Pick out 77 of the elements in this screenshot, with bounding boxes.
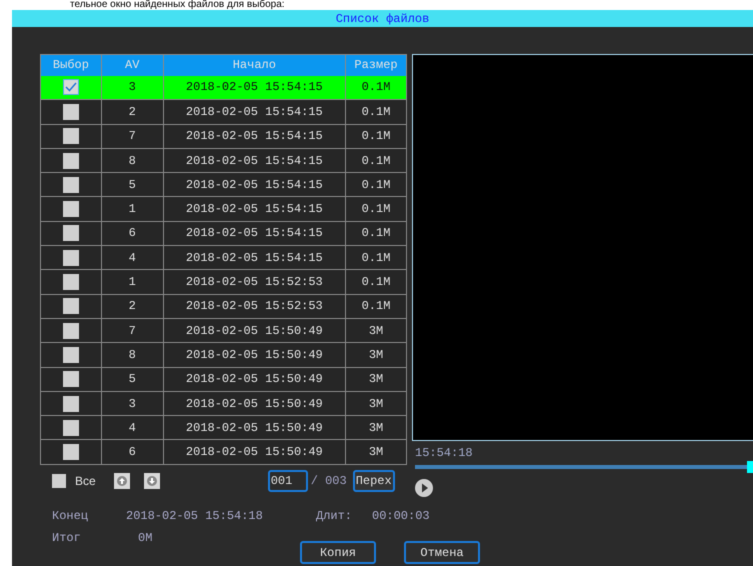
table-row[interactable]: 8 2018-02-05 15:50:49 3M xyxy=(40,342,406,368)
checkbox[interactable] xyxy=(62,128,79,144)
table-cell: 3M xyxy=(346,342,406,368)
duration-value: 00:00:03 xyxy=(372,508,430,525)
table-cell: 7 xyxy=(101,124,164,148)
table-row[interactable]: 7 2018-02-05 15:54:15 0.1M xyxy=(40,124,406,148)
page-total: / 003 xyxy=(310,472,347,490)
table-cell: 1 xyxy=(101,270,164,294)
table-cell: 2018-02-05 15:50:49 xyxy=(163,440,346,464)
table-cell: 0.1M xyxy=(346,196,406,222)
table-row[interactable]: 4 2018-02-05 15:50:49 3M xyxy=(40,416,406,440)
table-cell: 2018-02-05 15:52:53 xyxy=(163,294,346,318)
checkbox[interactable] xyxy=(62,420,79,436)
checkbox[interactable] xyxy=(62,371,79,388)
table-row[interactable]: 4 2018-02-05 15:54:15 0.1M xyxy=(40,246,406,270)
total-value: 0M xyxy=(138,530,152,547)
checkbox[interactable] xyxy=(62,346,79,363)
window-title: Список файлов xyxy=(336,10,430,28)
down-button[interactable] xyxy=(144,472,160,489)
checkbox[interactable] xyxy=(62,322,79,339)
checkbox[interactable] xyxy=(62,79,79,96)
table-cell: 0.1M xyxy=(346,124,406,148)
table-row[interactable]: 2 2018-02-05 15:54:15 0.1M xyxy=(40,100,406,124)
table-row[interactable]: 3 2018-02-05 15:54:15 0.1M xyxy=(40,76,406,100)
checkbox[interactable] xyxy=(62,176,79,193)
table-cell: 3M xyxy=(346,440,406,464)
checkbox[interactable] xyxy=(62,201,79,218)
table-cell: 2018-02-05 15:52:53 xyxy=(163,270,346,294)
table-cell: 2018-02-05 15:54:15 xyxy=(163,124,346,148)
playback-time: 15:54:18 xyxy=(415,445,474,462)
table-row[interactable]: 5 2018-02-05 15:54:15 0.1M xyxy=(40,172,406,197)
table-cell: 5 xyxy=(101,367,164,392)
checkbox[interactable] xyxy=(62,250,79,266)
slider-thumb[interactable] xyxy=(747,461,753,473)
table-cell: 2018-02-05 15:50:49 xyxy=(163,342,346,368)
table-cell: 2 xyxy=(101,100,164,124)
arrow-down-icon xyxy=(146,476,157,486)
table-cell: 8 xyxy=(101,342,164,368)
checkbox[interactable] xyxy=(62,396,79,412)
table-cell: 0.1M xyxy=(346,294,406,318)
dialog-button[interactable]: Копия xyxy=(300,541,376,564)
checkbox[interactable] xyxy=(52,474,66,488)
table-row[interactable]: 8 2018-02-05 15:54:15 0.1M xyxy=(40,148,406,173)
go-button[interactable]: Перех xyxy=(352,470,395,492)
up-button[interactable] xyxy=(114,472,130,489)
arrow-up-icon xyxy=(116,476,127,486)
page-field[interactable]: 001 xyxy=(268,470,308,492)
table-row[interactable]: 3 2018-02-05 15:50:49 3M xyxy=(40,391,406,416)
table-row[interactable]: 7 2018-02-05 15:50:49 3M xyxy=(40,318,406,343)
select-all-label: Все xyxy=(75,472,96,490)
checkbox[interactable] xyxy=(62,444,79,460)
table-cell: 0.1M xyxy=(346,270,406,294)
table-cell: 2 xyxy=(101,294,164,318)
table-row[interactable]: 1 2018-02-05 15:54:15 0.1M xyxy=(40,196,406,222)
checkbox[interactable] xyxy=(62,298,79,314)
checkbox[interactable] xyxy=(62,225,79,242)
table-row[interactable]: 1 2018-02-05 15:52:53 0.1M xyxy=(40,270,406,294)
duration-label: Длит: xyxy=(316,508,354,525)
dialog-button[interactable]: Отмена xyxy=(404,541,480,564)
table-cell: 2018-02-05 15:54:15 xyxy=(163,196,346,222)
table-cell: 3M xyxy=(346,367,406,392)
total-label: Итог xyxy=(52,530,82,547)
table-cell: 1 xyxy=(101,196,164,222)
checkbox[interactable] xyxy=(62,274,79,290)
table-cell: 2018-02-05 15:54:15 xyxy=(163,100,346,124)
play-icon[interactable] xyxy=(415,479,433,497)
table-row[interactable]: 6 2018-02-05 15:54:15 0.1M xyxy=(40,221,406,246)
table-cell: 6 xyxy=(101,440,164,464)
checkbox[interactable] xyxy=(62,152,79,169)
end-value: 2018-02-05 15:54:18 xyxy=(126,508,264,525)
end-label: Конец xyxy=(52,508,90,525)
table-row[interactable]: 6 2018-02-05 15:50:49 3M xyxy=(40,440,406,464)
table-row[interactable]: 2 2018-02-05 15:52:53 0.1M xyxy=(40,294,406,318)
table-cell: 2018-02-05 15:50:49 xyxy=(163,367,346,392)
table-row[interactable]: 5 2018-02-05 15:50:49 3M xyxy=(40,367,406,392)
checkbox[interactable] xyxy=(62,104,79,120)
table-cell: 0.1M xyxy=(346,100,406,124)
